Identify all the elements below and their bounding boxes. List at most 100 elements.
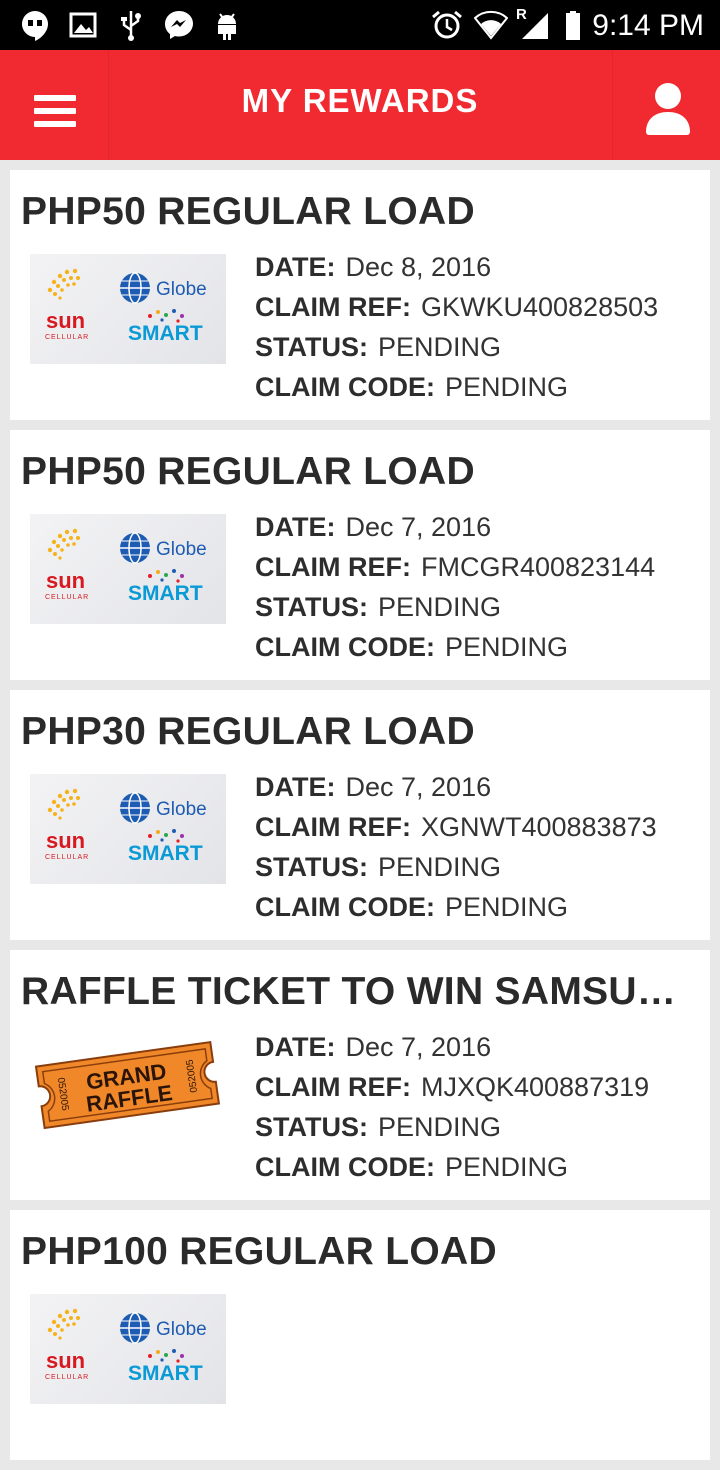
reward-details: DATE: Dec 8, 2016 CLAIM REF: GKWKU400828503… <box>255 252 658 412</box>
profile-button[interactable] <box>640 78 696 138</box>
status-row: STATUS: PENDING <box>255 1112 649 1152</box>
claim-code-label: CLAIM CODE: <box>255 632 435 662</box>
claim-ref-label: CLAIM REF: <box>255 812 411 842</box>
globe-logo: Globe <box>120 532 207 564</box>
wifi-icon <box>474 10 508 40</box>
claim-code-value: PENDING <box>444 1152 569 1182</box>
reward-card[interactable]: PHP50 REGULAR LOAD sun CELLULAR Globe SM… <box>10 430 710 680</box>
appbar-divider-right <box>612 50 613 160</box>
usb-icon <box>121 11 141 41</box>
claim-ref-value: XGNWT400883873 <box>420 812 657 842</box>
svg-text:sun: sun <box>46 828 85 853</box>
date-label: DATE: <box>255 252 336 282</box>
smart-logo: SMART <box>128 829 203 865</box>
svg-text:CELLULAR: CELLULAR <box>45 594 89 601</box>
claim-ref-row: CLAIM REF: FMCGR400823144 <box>255 552 655 592</box>
date-label: DATE: <box>255 772 336 802</box>
smart-logo: SMART <box>128 309 203 345</box>
date-value: Dec 7, 2016 <box>345 1032 492 1062</box>
svg-text:sun: sun <box>46 568 85 593</box>
svg-text:CELLULAR: CELLULAR <box>45 1374 89 1381</box>
svg-text:SMART: SMART <box>128 1362 203 1385</box>
svg-text:Globe: Globe <box>156 1319 207 1340</box>
svg-text:sun: sun <box>46 308 85 333</box>
raffle-ticket-image: GRAND RAFFLE 052005 052005 <box>30 1034 226 1144</box>
svg-text:SMART: SMART <box>128 322 203 345</box>
svg-text:CELLULAR: CELLULAR <box>45 334 89 341</box>
claim-ref-value: GKWKU400828503 <box>420 292 659 322</box>
claim-code-value: PENDING <box>444 892 569 922</box>
reward-card[interactable]: PHP30 REGULAR LOAD sun CELLULAR Globe SM… <box>10 690 710 940</box>
globe-logo: Globe <box>120 1312 207 1344</box>
messenger-icon <box>165 11 193 39</box>
status-value: PENDING <box>377 1112 502 1142</box>
reward-card[interactable]: RAFFLE TICKET TO WIN SAMSUNG ... GRAND R… <box>10 950 710 1200</box>
reward-title: RAFFLE TICKET TO WIN SAMSUNG ... <box>21 970 701 1013</box>
sun-cellular-logo: sun CELLULAR <box>45 268 89 341</box>
svg-text:SMART: SMART <box>128 842 203 865</box>
status-label: STATUS: <box>255 592 368 622</box>
sun-cellular-logo: sun CELLULAR <box>45 528 89 601</box>
hangouts-icon <box>22 11 48 41</box>
claim-ref-value: FMCGR400823144 <box>420 552 656 582</box>
claim-ref-row: CLAIM REF: MJXQK400887319 <box>255 1072 649 1112</box>
claim-ref-label: CLAIM REF: <box>255 292 411 322</box>
svg-text:CELLULAR: CELLULAR <box>45 854 89 861</box>
reward-image: sun CELLULAR Globe SMART <box>30 254 226 364</box>
svg-text:Globe: Globe <box>156 539 207 560</box>
reward-details: DATE: Dec 7, 2016 CLAIM REF: XGNWT400883873… <box>255 772 657 932</box>
reward-title: PHP50 REGULAR LOAD <box>21 190 475 233</box>
telco-logos-image: sun CELLULAR Globe SMART <box>30 774 226 884</box>
claim-code-label: CLAIM CODE: <box>255 372 435 402</box>
telco-logos-image: sun CELLULAR Globe SMART <box>30 514 226 624</box>
claim-code-row: CLAIM CODE: PENDING <box>255 372 658 412</box>
alarm-icon <box>432 10 462 39</box>
reward-image: sun CELLULAR Globe SMART <box>30 774 226 884</box>
status-row: STATUS: PENDING <box>255 332 658 372</box>
date-row: DATE: Dec 7, 2016 <box>255 772 657 812</box>
date-value: Dec 7, 2016 <box>345 772 492 802</box>
smart-logo: SMART <box>128 1349 203 1385</box>
clock: 9:14 PM <box>592 9 704 42</box>
status-row: STATUS: PENDING <box>255 592 655 632</box>
claim-code-row: CLAIM CODE: PENDING <box>255 892 657 932</box>
roaming-indicator: R <box>516 6 527 23</box>
reward-image: sun CELLULAR Globe SMART <box>30 514 226 624</box>
reward-image: sun CELLULAR Globe SMART <box>30 1294 226 1404</box>
sun-cellular-logo: sun CELLULAR <box>45 788 89 861</box>
status-label: STATUS: <box>255 332 368 362</box>
status-value: PENDING <box>377 592 502 622</box>
reward-title: PHP50 REGULAR LOAD <box>21 450 475 493</box>
smart-logo: SMART <box>128 569 203 605</box>
claim-code-row: CLAIM CODE: PENDING <box>255 1152 649 1192</box>
reward-card[interactable]: PHP100 REGULAR LOAD sun CELLULAR Globe S… <box>10 1210 710 1460</box>
date-value: Dec 7, 2016 <box>345 512 492 542</box>
date-row: DATE: Dec 7, 2016 <box>255 1032 649 1072</box>
status-row: STATUS: PENDING <box>255 852 657 892</box>
reward-details: DATE: Dec 7, 2016 CLAIM REF: MJXQK400887319… <box>255 1032 649 1192</box>
claim-code-value: PENDING <box>444 632 569 662</box>
reward-title: PHP100 REGULAR LOAD <box>21 1230 497 1273</box>
date-value: Dec 8, 2016 <box>345 252 492 282</box>
svg-text:SMART: SMART <box>128 582 203 605</box>
battery-icon <box>566 11 580 40</box>
sun-cellular-logo: sun CELLULAR <box>45 1308 89 1381</box>
reward-details: DATE: Dec 7, 2016 CLAIM REF: FMCGR400823144… <box>255 512 655 672</box>
reward-image: GRAND RAFFLE 052005 052005 <box>30 1034 226 1144</box>
svg-text:sun: sun <box>46 1348 85 1373</box>
rewards-list: PHP50 REGULAR LOAD sun CELLULAR Globe SM… <box>10 170 710 1470</box>
telco-logos-image: sun CELLULAR Globe SMART <box>30 1294 226 1404</box>
date-label: DATE: <box>255 512 336 542</box>
user-profile-icon <box>646 83 690 135</box>
claim-code-row: CLAIM CODE: PENDING <box>255 632 655 672</box>
claim-code-label: CLAIM CODE: <box>255 1152 435 1182</box>
claim-ref-row: CLAIM REF: GKWKU400828503 <box>255 292 658 332</box>
status-label: STATUS: <box>255 852 368 882</box>
reward-card[interactable]: PHP50 REGULAR LOAD sun CELLULAR Globe SM… <box>10 170 710 420</box>
status-value: PENDING <box>377 852 502 882</box>
globe-logo: Globe <box>120 792 207 824</box>
svg-text:Globe: Globe <box>156 279 207 300</box>
claim-ref-label: CLAIM REF: <box>255 1072 411 1102</box>
date-row: DATE: Dec 7, 2016 <box>255 512 655 552</box>
reward-title: PHP30 REGULAR LOAD <box>21 710 475 753</box>
